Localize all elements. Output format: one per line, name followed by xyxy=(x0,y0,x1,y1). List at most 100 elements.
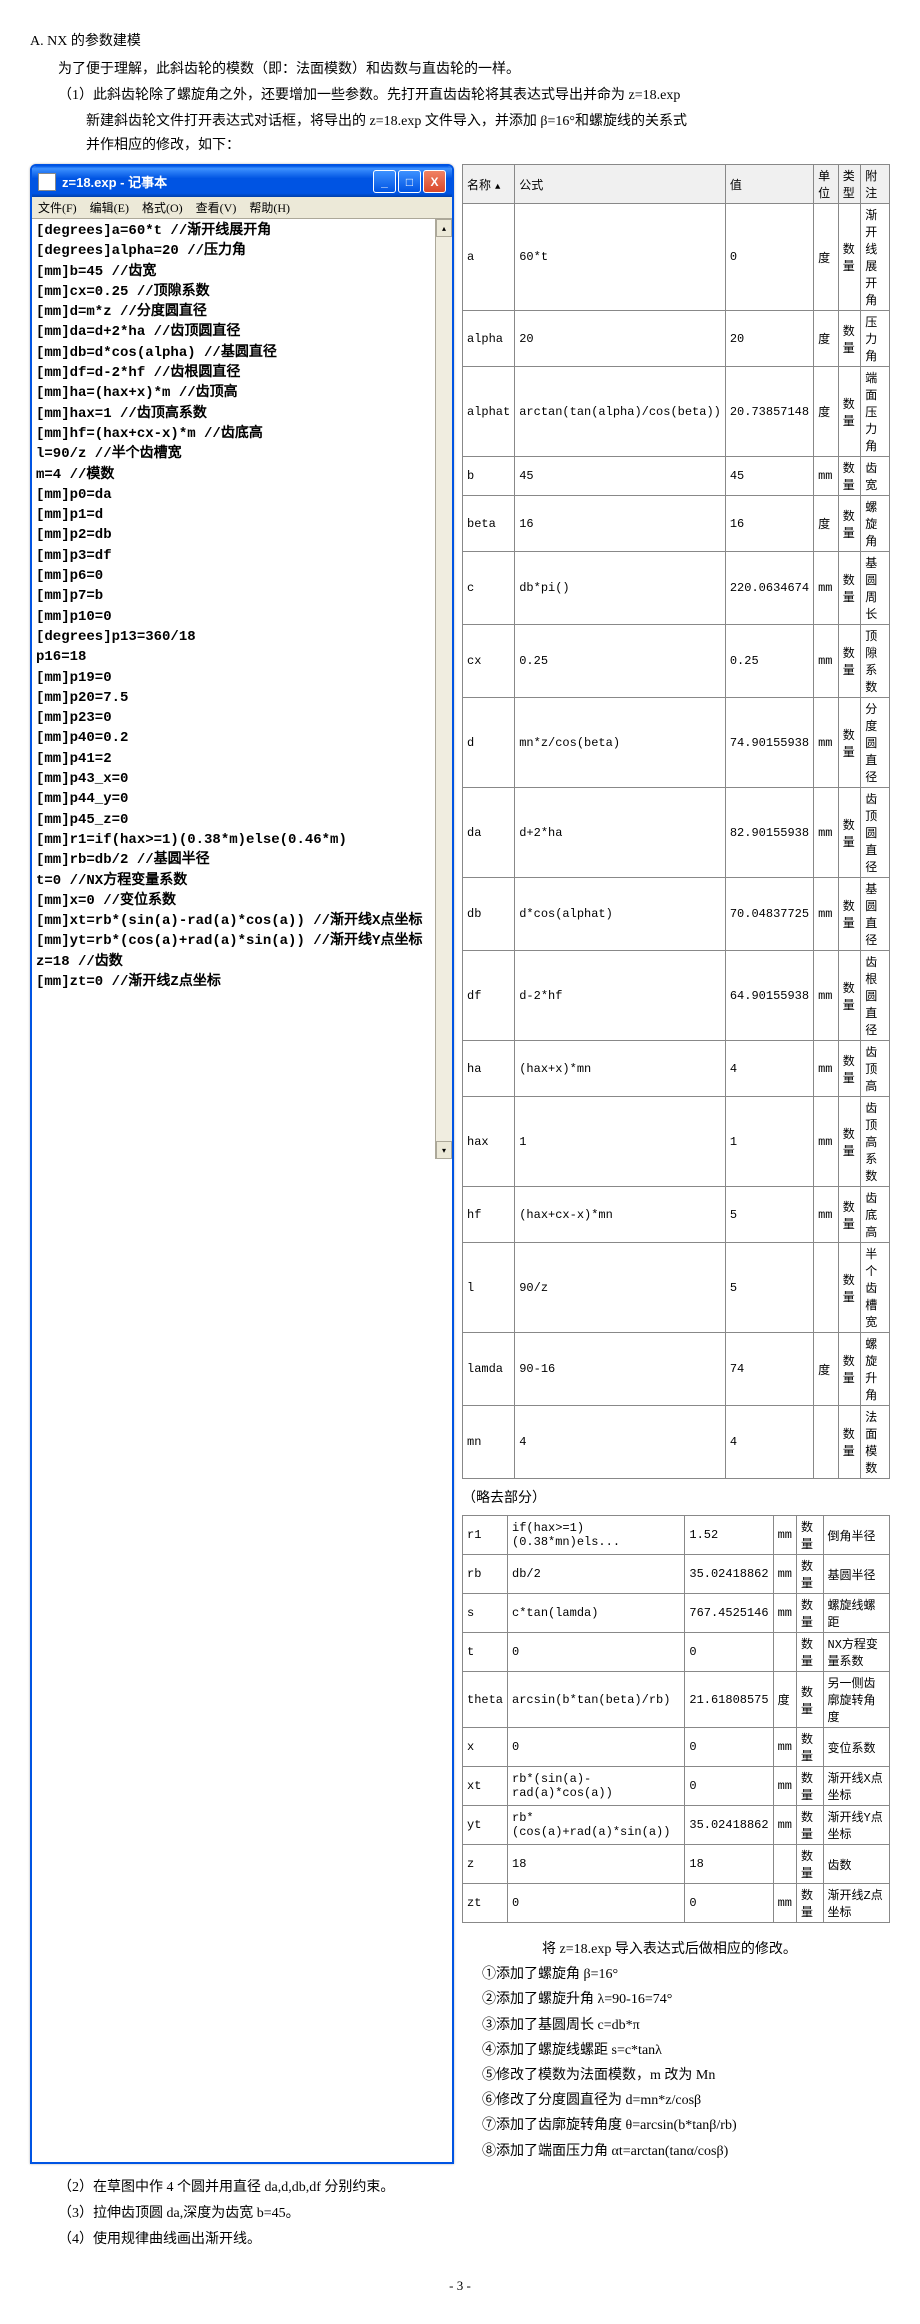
table-cell: if(hax>=1)(0.38*mn)els... xyxy=(508,1516,685,1555)
table-cell: 渐开线展开角 xyxy=(861,204,890,311)
table-cell: mm xyxy=(814,951,839,1041)
table-cell: 数量 xyxy=(838,1097,861,1187)
window-titlebar[interactable]: z=18.exp - 记事本 _ □ X xyxy=(32,166,452,197)
menu-edit[interactable]: 编辑(E) xyxy=(90,201,129,215)
menu-view[interactable]: 查看(V) xyxy=(196,201,237,215)
table-cell: hf xyxy=(463,1187,515,1243)
col-unit[interactable]: 单位 xyxy=(814,165,839,204)
table-cell: 16 xyxy=(515,496,726,552)
table-cell: 16 xyxy=(725,496,813,552)
table-cell: hax xyxy=(463,1097,515,1187)
table-row[interactable]: beta1616度数量螺旋角 xyxy=(463,496,890,552)
notepad-content[interactable]: [degrees]a=60*t //渐开线展开角 [degrees]alpha=… xyxy=(32,219,435,1159)
table-cell: 数量 xyxy=(838,1333,861,1406)
menu-format[interactable]: 格式(O) xyxy=(142,201,183,215)
table-row[interactable]: t00数量NX方程变量系数 xyxy=(463,1633,890,1672)
table-row[interactable]: hf(hax+cx-x)*mn5mm数量齿底高 xyxy=(463,1187,890,1243)
table-row[interactable]: r1if(hax>=1)(0.38*mn)els...1.52mm数量倒角半径 xyxy=(463,1516,890,1555)
table-cell: rb*(cos(a)+rad(a)*sin(a)) xyxy=(508,1806,685,1845)
notepad-window: z=18.exp - 记事本 _ □ X 文件(F) 编辑(E) 格式(O) 查… xyxy=(30,164,454,2164)
table-cell: 20.73857148 xyxy=(725,367,813,457)
table-row[interactable]: dad+2*ha82.90155938mm数量齿顶圆直径 xyxy=(463,788,890,878)
table-cell: 数量 xyxy=(838,496,861,552)
table-cell: 数量 xyxy=(797,1633,824,1672)
table-row[interactable]: dmn*z/cos(beta)74.90155938mm数量分度圆直径 xyxy=(463,698,890,788)
table-cell: 0 xyxy=(508,1728,685,1767)
table-cell: mm xyxy=(814,788,839,878)
col-name[interactable]: 名称 xyxy=(463,165,515,204)
table-cell: 82.90155938 xyxy=(725,788,813,878)
intro-text: 为了便于理解，此斜齿轮的模数（即：法面模数）和齿数与直齿轮的一样。 xyxy=(58,58,890,78)
window-title: z=18.exp - 记事本 xyxy=(62,172,373,191)
table-row[interactable]: z1818数量齿数 xyxy=(463,1845,890,1884)
table-cell xyxy=(773,1845,796,1884)
table-row[interactable]: l90/z5数量半个齿槽宽 xyxy=(463,1243,890,1333)
table-cell: 5 xyxy=(725,1243,813,1333)
scroll-down-arrow[interactable]: ▾ xyxy=(436,1141,452,1159)
table-row[interactable]: thetaarcsin(b*tan(beta)/rb)21.61808575度数… xyxy=(463,1672,890,1728)
table-cell: 数量 xyxy=(838,367,861,457)
table-cell: 数量 xyxy=(797,1672,824,1728)
note-3: ③添加了基圆周长 c=db*π xyxy=(482,2013,890,2038)
table-row[interactable]: sc*tan(lamda)767.4525146mm数量螺旋线螺距 xyxy=(463,1594,890,1633)
table-cell: 数量 xyxy=(838,552,861,625)
table-cell: 数量 xyxy=(838,788,861,878)
table-row[interactable]: ytrb*(cos(a)+rad(a)*sin(a))35.02418862mm… xyxy=(463,1806,890,1845)
table-cell: t xyxy=(463,1633,508,1672)
table-cell: mm xyxy=(814,625,839,698)
table-row[interactable]: mn44数量法面模数 xyxy=(463,1406,890,1479)
table-row[interactable]: alphatarctan(tan(alpha)/cos(beta))20.738… xyxy=(463,367,890,457)
table-row[interactable]: rbdb/235.02418862mm数量基圆半径 xyxy=(463,1555,890,1594)
table-row[interactable]: lamda90-1674度数量螺旋升角 xyxy=(463,1333,890,1406)
table-row[interactable]: cdb*pi()220.0634674mm数量基圆周长 xyxy=(463,552,890,625)
step1-line3: 并作相应的修改，如下： xyxy=(86,134,890,154)
table-row[interactable]: alpha2020度数量压力角 xyxy=(463,311,890,367)
table-cell: 18 xyxy=(685,1845,773,1884)
step1-line1: （1）此斜齿轮除了螺旋角之外，还要增加一些参数。先打开直齿齿轮将其表达式导出并命… xyxy=(58,84,890,104)
table-row[interactable]: zt00mm数量渐开线Z点坐标 xyxy=(463,1884,890,1923)
col-value[interactable]: 值 xyxy=(725,165,813,204)
step2: （2）在草图中作 4 个圆并用直径 da,d,db,df 分别约束。 xyxy=(58,2176,890,2196)
col-note[interactable]: 附注 xyxy=(861,165,890,204)
table-row[interactable]: a60*t0度数量渐开线展开角 xyxy=(463,204,890,311)
note-2: ②添加了螺旋升角 λ=90-16=74° xyxy=(482,1987,890,2012)
table-row[interactable]: x00mm数量变位系数 xyxy=(463,1728,890,1767)
file-icon xyxy=(38,173,56,191)
minimize-button[interactable]: _ xyxy=(373,170,396,193)
table-cell: 倒角半径 xyxy=(823,1516,889,1555)
table-cell: 0.25 xyxy=(515,625,726,698)
scroll-track[interactable] xyxy=(436,237,452,1141)
table-cell: 半个齿槽宽 xyxy=(861,1243,890,1333)
table-cell: 变位系数 xyxy=(823,1728,889,1767)
table-cell: 220.0634674 xyxy=(725,552,813,625)
table-cell: 渐开线Y点坐标 xyxy=(823,1806,889,1845)
table-cell: b xyxy=(463,457,515,496)
table-cell: mm xyxy=(773,1767,796,1806)
col-type[interactable]: 类型 xyxy=(838,165,861,204)
table-cell: 0 xyxy=(685,1767,773,1806)
table-cell: cx xyxy=(463,625,515,698)
vertical-scrollbar[interactable]: ▴ ▾ xyxy=(435,219,452,1159)
table-cell: mm xyxy=(814,552,839,625)
table-row[interactable]: dbd*cos(alphat)70.04837725mm数量基圆直径 xyxy=(463,878,890,951)
table-cell: db xyxy=(463,878,515,951)
table-cell: 分度圆直径 xyxy=(861,698,890,788)
close-button[interactable]: X xyxy=(423,170,446,193)
table-row[interactable]: cx0.250.25mm数量顶隙系数 xyxy=(463,625,890,698)
table-cell: d xyxy=(463,698,515,788)
table-cell: 1.52 xyxy=(685,1516,773,1555)
table-cell: (hax+x)*mn xyxy=(515,1041,726,1097)
table-row[interactable]: xtrb*(sin(a)-rad(a)*cos(a))0mm数量渐开线X点坐标 xyxy=(463,1767,890,1806)
maximize-button[interactable]: □ xyxy=(398,170,421,193)
menu-help[interactable]: 帮助(H) xyxy=(249,201,290,215)
table-row[interactable]: dfd-2*hf64.90155938mm数量齿根圆直径 xyxy=(463,951,890,1041)
table-row[interactable]: b4545mm数量齿宽 xyxy=(463,457,890,496)
table-row[interactable]: hax11mm数量齿顶高系数 xyxy=(463,1097,890,1187)
scroll-up-arrow[interactable]: ▴ xyxy=(436,219,452,237)
table-cell: arctan(tan(alpha)/cos(beta)) xyxy=(515,367,726,457)
table-cell: xt xyxy=(463,1767,508,1806)
table-cell: mm xyxy=(773,1555,796,1594)
table-row[interactable]: ha(hax+x)*mn4mm数量齿顶高 xyxy=(463,1041,890,1097)
menu-file[interactable]: 文件(F) xyxy=(38,201,77,215)
col-formula[interactable]: 公式 xyxy=(515,165,726,204)
